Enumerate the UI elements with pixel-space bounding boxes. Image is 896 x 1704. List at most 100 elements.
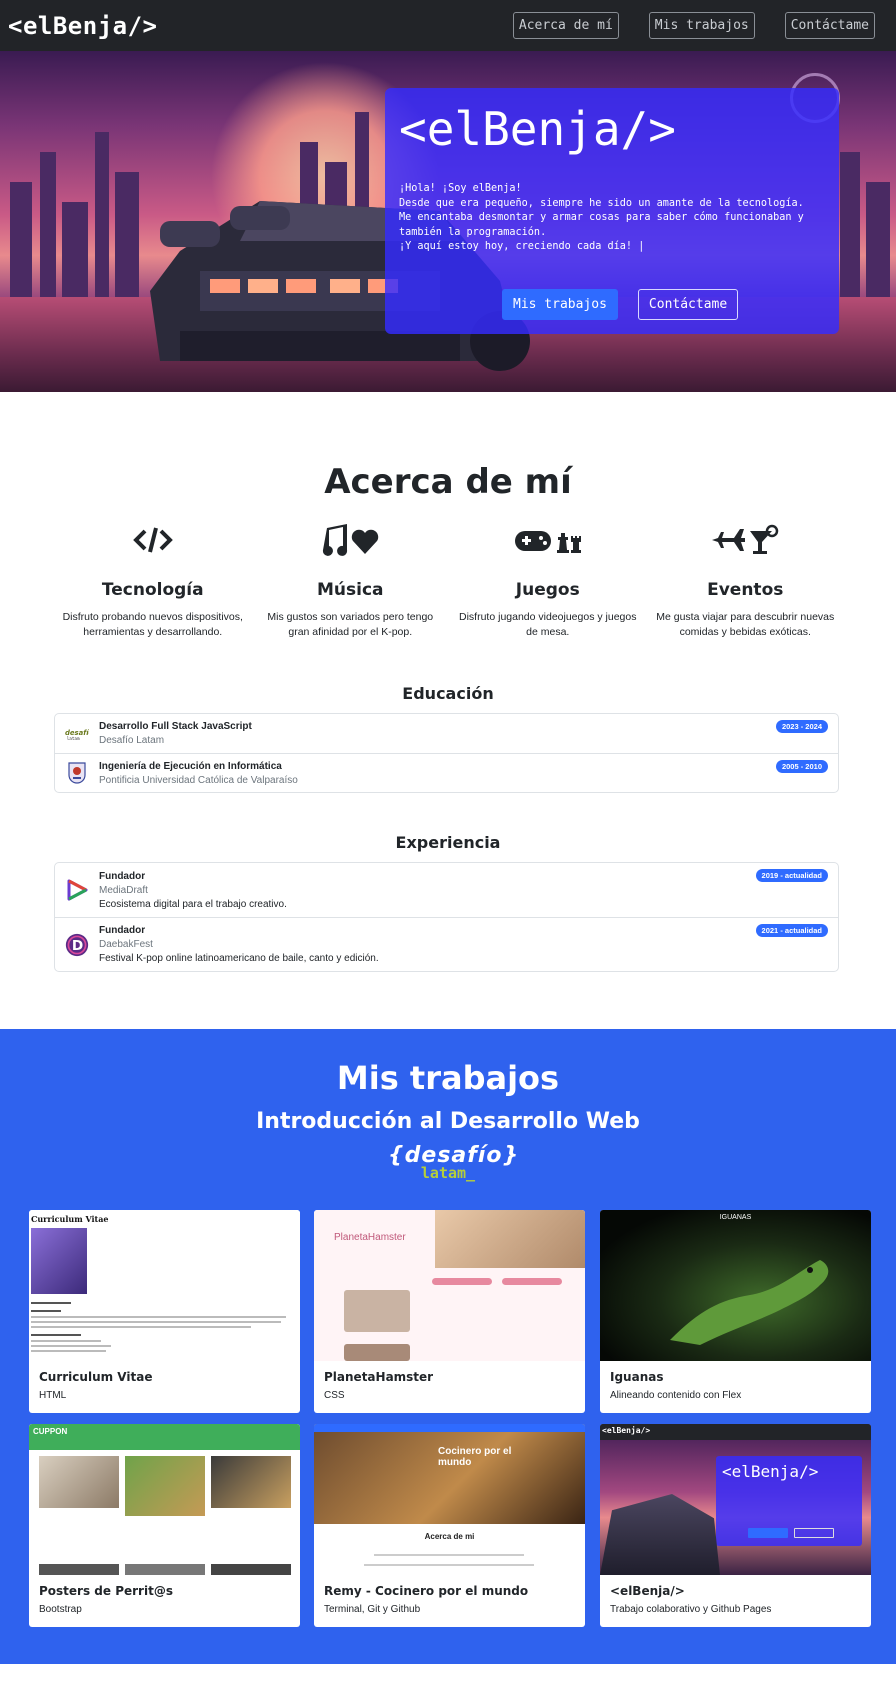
work-card[interactable]: <elBenja/> <elBenja/> <elBenja/> Trabajo…	[600, 1424, 871, 1627]
list-item: Fundador MediaDraft Ecosistema digital p…	[55, 863, 838, 917]
experience-role: Fundador	[99, 870, 146, 882]
work-tech: Terminal, Git y Github	[324, 1604, 421, 1615]
years-badge: 2005 - 2010	[775, 760, 828, 773]
work-title: Posters de Perrit@s	[39, 1584, 173, 1598]
remy-navbar	[314, 1424, 585, 1432]
svg-text:latam: latam	[67, 736, 80, 742]
work-tech: HTML	[39, 1390, 67, 1401]
work-title: PlanetaHamster	[324, 1370, 434, 1384]
work-thumbnail: Cocinero por el mundo Acerca de mi	[314, 1424, 585, 1575]
desafio-latam-logo: {desafío} latam_	[388, 1143, 518, 1187]
work-thumbnail: IGUANAS	[600, 1210, 871, 1361]
dog-photo	[125, 1564, 205, 1575]
work-card[interactable]: IGUANAS Iguanas Alineando contenido con …	[600, 1210, 871, 1413]
nav-contact-button[interactable]: Contáctame	[784, 12, 875, 39]
work-title: Remy - Cocinero por el mundo	[324, 1584, 529, 1598]
hero-works-button[interactable]: Mis trabajos	[502, 289, 618, 320]
education-org: Pontificia Universidad Católica de Valpa…	[99, 774, 298, 786]
hero-section: <elBenja/> ¡Hola! ¡Soy elBenja! Desde qu…	[0, 51, 896, 392]
cv-text-lines	[31, 1302, 291, 1352]
skyline-building	[115, 172, 139, 302]
portrait-image	[31, 1228, 87, 1294]
pucv-logo	[65, 761, 89, 785]
remy-banner-image	[314, 1424, 585, 1524]
hero-title: <elBenja/>	[399, 102, 676, 156]
about-title: Acerca de mí	[324, 462, 572, 502]
works-section: Mis trabajos Introducción al Desarrollo …	[0, 1029, 896, 1664]
works-subtitle: Introducción al Desarrollo Web	[256, 1109, 640, 1134]
experience-role: Fundador	[99, 925, 146, 936]
mini-button	[748, 1528, 788, 1538]
work-tech: CSS	[324, 1390, 345, 1401]
hamster-photo	[344, 1344, 410, 1361]
feature-desc: Mis gustos son variados pero tengo gran …	[267, 611, 434, 638]
daebakfest-logo: D	[65, 933, 89, 957]
skyline-building	[62, 202, 88, 302]
list-item: desafíolatam Desarrollo Full Stack JavaS…	[55, 714, 838, 753]
hero-contact-button[interactable]: Contáctame	[637, 289, 739, 320]
hero-line: Me encantaba desmontar y armar cosas par…	[399, 212, 804, 238]
work-title: Curriculum Vitae	[39, 1370, 153, 1384]
pink-pill	[502, 1278, 562, 1285]
feature-title: Juegos	[515, 580, 580, 600]
mini-car-illustration	[600, 1494, 720, 1575]
thumb-heading: <elBenja/>	[722, 1462, 819, 1481]
music-heart-icon	[252, 520, 450, 560]
thumb-heading: PlanetaHamster	[334, 1232, 406, 1243]
skyline-building	[866, 182, 890, 302]
years-badge: 2021 - actualidad	[755, 924, 828, 937]
skyline-building	[40, 152, 56, 302]
feature-desc: Disfruto probando nuevos dispositivos, h…	[62, 611, 243, 638]
feature-music: Música Mis gustos son variados pero teng…	[252, 520, 450, 640]
gamepad-chess-icon	[449, 520, 647, 560]
work-card[interactable]: PlanetaHamster PlanetaHamster CSS	[314, 1210, 585, 1413]
iguana-illustration	[670, 1260, 829, 1345]
hero-intro-text: ¡Hola! ¡Soy elBenja! Desde que era peque…	[399, 182, 825, 255]
experience-org: DaebakFest	[99, 939, 153, 950]
nav-about-button[interactable]: Acerca de mí	[512, 12, 619, 39]
feature-desc: Me gusta viajar para descubrir nuevas co…	[656, 611, 835, 638]
cuppon-navbar	[29, 1424, 300, 1450]
feature-desc: Disfruto jugando videojuegos y juegos de…	[459, 611, 637, 638]
experience-desc: Festival K-pop online latinoamericano de…	[99, 953, 379, 964]
feature-events: Eventos Me gusta viajar para descubrir n…	[647, 520, 845, 640]
work-card[interactable]: Cocinero por el mundo Acerca de mi Remy …	[314, 1424, 585, 1627]
years-badge: 2023 - 2024	[775, 720, 828, 733]
feature-title: Eventos	[707, 580, 784, 600]
work-card[interactable]: CUPPON Posters de Perrit@s Bootstrap	[29, 1424, 300, 1627]
works-title: Mis trabajos	[336, 1059, 560, 1097]
feature-title: Música	[316, 580, 384, 600]
hamster-banner-image	[435, 1210, 585, 1268]
hamster-photo	[344, 1290, 410, 1332]
skyline-building	[95, 132, 109, 302]
work-card[interactable]: Curriculum Vitae Curriculum Vitae HTML	[29, 1210, 300, 1413]
svg-text:D: D	[72, 938, 83, 954]
text-line	[374, 1554, 524, 1556]
thumb-heading: Cocinero por el mundo	[438, 1446, 512, 1468]
code-icon	[54, 520, 252, 560]
thumb-heading: CUPPON	[33, 1427, 68, 1436]
feature-title: Tecnología	[101, 580, 204, 600]
work-thumbnail: PlanetaHamster	[314, 1210, 585, 1361]
work-thumbnail: Curriculum Vitae	[29, 1210, 300, 1361]
experience-list: Fundador MediaDraft Ecosistema digital p…	[54, 862, 839, 972]
skyline-building	[10, 182, 32, 302]
text-line	[364, 1564, 534, 1566]
work-thumbnail: <elBenja/> <elBenja/>	[600, 1424, 871, 1575]
brand-logo[interactable]: <elBenja/>	[8, 12, 158, 40]
years-badge: 2019 - actualidad	[755, 869, 828, 882]
work-tech: Alineando contenido con Flex	[610, 1390, 742, 1401]
nav-links: Acerca de mí Mis trabajos Contáctame	[512, 12, 875, 39]
remy-about-label: Acerca de mi	[424, 1532, 475, 1541]
navbar: <elBenja/> Acerca de mí Mis trabajos Con…	[0, 0, 896, 51]
experience-org: MediaDraft	[99, 884, 148, 896]
mini-brand: <elBenja/>	[602, 1426, 651, 1435]
education-list: desafíolatam Desarrollo Full Stack JavaS…	[54, 713, 839, 793]
feature-games: Juegos Disfruto jugando videojuegos y ju…	[449, 520, 647, 640]
experience-title: Experiencia	[395, 833, 501, 852]
education-title-text: Ingeniería de Ejecución en Informática	[99, 760, 282, 772]
nav-works-button[interactable]: Mis trabajos	[648, 12, 755, 39]
about-features: Tecnología Disfruto probando nuevos disp…	[54, 520, 844, 640]
dog-photo	[211, 1456, 291, 1508]
education-org: Desafío Latam	[99, 735, 165, 746]
